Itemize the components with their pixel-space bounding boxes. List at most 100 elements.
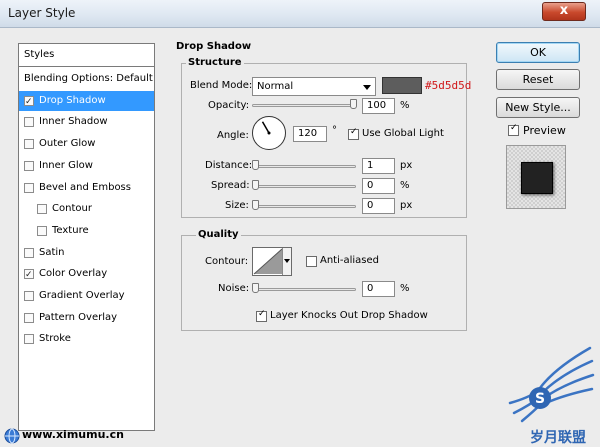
watermark-logo: S 岁月联盟: [500, 343, 600, 447]
knockout-label[interactable]: Layer Knocks Out Drop Shadow: [270, 310, 428, 321]
global-light-checkbox[interactable]: ✓: [348, 127, 359, 140]
style-item-inner-shadow[interactable]: Inner Shadow: [19, 112, 154, 132]
spread-slider[interactable]: [252, 185, 356, 188]
style-checkbox[interactable]: [24, 139, 34, 150]
spread-input[interactable]: 0: [362, 178, 395, 194]
style-item-gradient-overlay[interactable]: Gradient Overlay: [19, 286, 154, 306]
opacity-slider[interactable]: [252, 104, 356, 107]
size-slider-thumb[interactable]: [252, 200, 259, 210]
noise-slider-thumb[interactable]: [252, 283, 259, 293]
shadow-color-swatch[interactable]: [382, 77, 422, 94]
window-title: Layer Style: [8, 6, 76, 20]
noise-input[interactable]: 0: [362, 281, 395, 297]
angle-input[interactable]: 120: [293, 126, 327, 142]
new-style-button[interactable]: New Style...: [496, 97, 580, 118]
anti-aliased-label[interactable]: Anti-aliased: [320, 255, 379, 266]
style-item-label: Inner Glow: [39, 159, 93, 171]
chevron-down-icon: [284, 259, 290, 263]
preview-label[interactable]: Preview: [523, 124, 566, 137]
title-bar: Layer Style x: [0, 0, 600, 28]
opacity-input[interactable]: 100: [362, 98, 395, 114]
spread-label: Spread:: [211, 180, 250, 191]
globe-icon: [4, 428, 20, 444]
close-icon: x: [559, 3, 569, 18]
angle-unit: °: [332, 125, 337, 136]
style-item-satin[interactable]: Satin: [19, 243, 154, 263]
opacity-unit: %: [400, 100, 410, 111]
reset-button[interactable]: Reset: [496, 69, 580, 90]
size-input[interactable]: 0: [362, 198, 395, 214]
spread-slider-thumb[interactable]: [252, 180, 259, 190]
distance-slider-thumb[interactable]: [252, 160, 259, 170]
style-checkbox[interactable]: [24, 92, 34, 112]
style-checkbox[interactable]: [37, 225, 47, 236]
style-item-label: Color Overlay: [39, 268, 108, 280]
style-item-blending-options-default[interactable]: Blending Options: Default: [19, 69, 154, 89]
size-unit: px: [400, 200, 413, 211]
chevron-down-icon: [363, 85, 371, 90]
style-item-label: Drop Shadow: [39, 94, 106, 106]
preview-swatch: [521, 162, 553, 194]
contour-picker[interactable]: [252, 247, 292, 276]
styles-list: Styles Blending Options: Default Drop Sha…: [18, 43, 155, 431]
style-item-label: Gradient Overlay: [39, 290, 125, 301]
contour-dropdown[interactable]: [282, 248, 291, 275]
preview-checkbox[interactable]: ✓: [508, 123, 519, 136]
opacity-label: Opacity:: [208, 100, 250, 111]
style-item-inner-glow[interactable]: Inner Glow: [19, 156, 154, 176]
structure-title: Structure: [186, 57, 244, 68]
style-item-bevel-and-emboss[interactable]: Bevel and Emboss: [19, 178, 154, 198]
ok-button[interactable]: OK: [496, 42, 580, 63]
wings-logo-icon: S: [508, 346, 595, 423]
svg-text:S: S: [535, 391, 545, 407]
size-label: Size:: [225, 200, 249, 211]
anti-aliased-checkbox[interactable]: [306, 256, 317, 267]
style-item-label: Outer Glow: [39, 138, 96, 150]
angle-dial-icon[interactable]: [252, 116, 286, 150]
footer-url: www.ximumu.cn: [22, 428, 124, 441]
quality-title: Quality: [196, 229, 241, 240]
style-item-label: Bevel and Emboss: [39, 181, 131, 193]
spread-unit: %: [400, 180, 410, 191]
style-checkbox[interactable]: [24, 117, 34, 128]
style-checkbox[interactable]: [24, 247, 34, 258]
contour-label: Contour:: [205, 256, 249, 267]
style-item-color-overlay[interactable]: Color Overlay: [19, 264, 154, 285]
style-item-label: Blending Options: Default: [24, 73, 153, 84]
blend-mode-label: Blend Mode:: [190, 80, 253, 91]
distance-slider[interactable]: [252, 165, 356, 168]
footer-watermark: www.ximumu.cn: [0, 425, 200, 447]
style-item-label: Contour: [52, 203, 92, 215]
style-item-contour[interactable]: Contour: [19, 199, 154, 219]
style-item-outer-glow[interactable]: Outer Glow: [19, 134, 154, 154]
style-checkbox[interactable]: [37, 204, 47, 215]
style-checkbox[interactable]: [24, 265, 34, 285]
style-checkbox[interactable]: [24, 312, 34, 323]
distance-input[interactable]: 1: [362, 158, 395, 174]
global-light-label[interactable]: Use Global Light: [362, 128, 444, 139]
angle-label: Angle:: [217, 130, 249, 141]
noise-label: Noise:: [218, 283, 250, 294]
distance-label: Distance:: [205, 160, 253, 171]
style-checkbox[interactable]: [24, 160, 34, 171]
style-item-texture[interactable]: Texture: [19, 221, 154, 241]
style-item-pattern-overlay[interactable]: Pattern Overlay: [19, 308, 154, 328]
layer-style-dialog: Styles Blending Options: Default Drop Sha…: [0, 28, 600, 447]
style-checkbox[interactable]: [24, 182, 34, 193]
style-item-label: Inner Shadow: [39, 116, 108, 128]
style-item-label: Stroke: [39, 333, 71, 345]
style-checkbox[interactable]: [24, 334, 34, 345]
style-item-stroke[interactable]: Stroke: [19, 329, 154, 349]
knockout-checkbox[interactable]: ✓: [256, 309, 267, 322]
style-item-label: Texture: [52, 224, 89, 236]
contour-curve-icon: [253, 248, 283, 275]
shadow-color-hex: #5d5d5d: [425, 79, 472, 92]
close-button[interactable]: x: [542, 2, 586, 21]
style-item-drop-shadow[interactable]: Drop Shadow: [19, 90, 154, 112]
size-slider[interactable]: [252, 205, 356, 208]
noise-slider[interactable]: [252, 288, 356, 291]
styles-header[interactable]: Styles: [19, 44, 154, 67]
style-checkbox[interactable]: [24, 291, 34, 301]
opacity-slider-thumb[interactable]: [350, 99, 357, 109]
blend-mode-select[interactable]: Normal: [252, 77, 376, 96]
